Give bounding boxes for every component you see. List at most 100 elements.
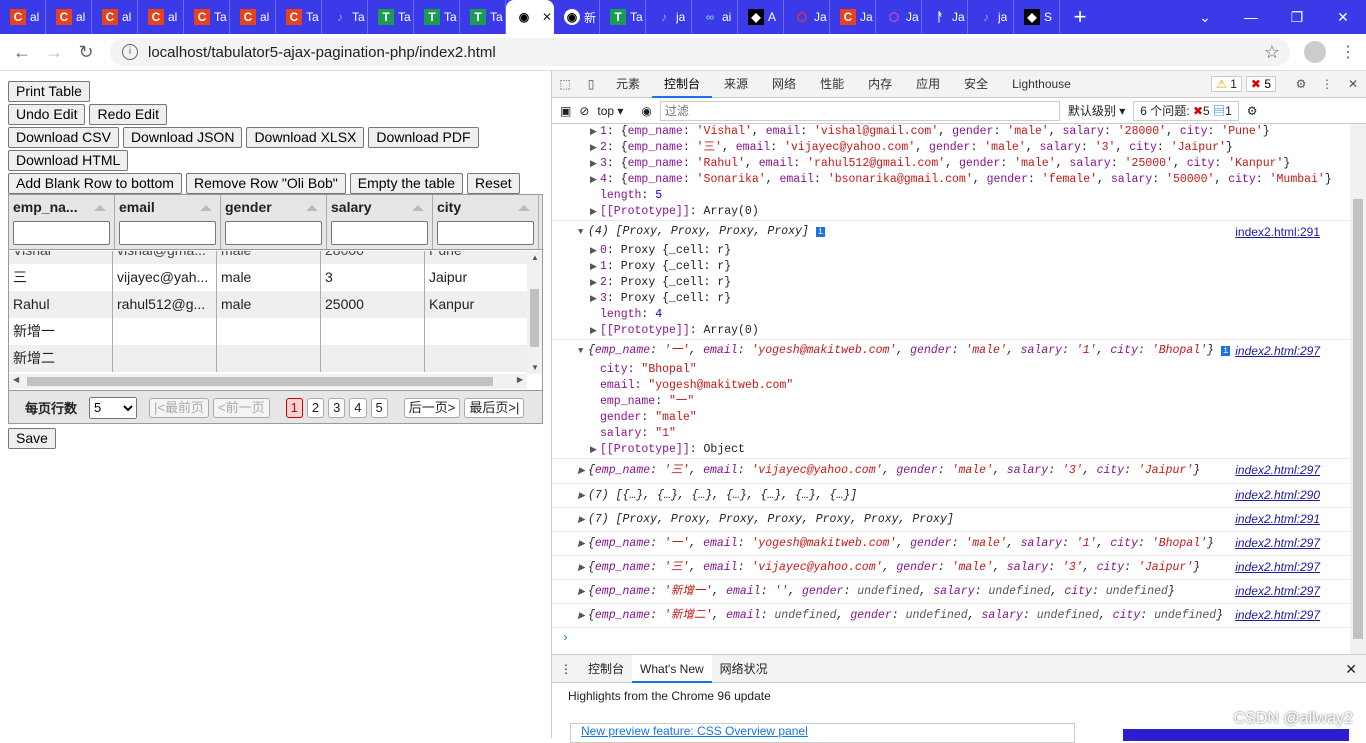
table-cell[interactable] <box>217 345 321 372</box>
page-number-button[interactable]: 5 <box>370 397 388 418</box>
reload-icon[interactable]: ↻ <box>70 42 102 63</box>
source-link[interactable]: index2.html:297 <box>1235 559 1320 575</box>
page-number-button[interactable]: 4 <box>349 397 367 418</box>
browser-tab[interactable]: T Ta <box>600 0 646 34</box>
download-csv-button[interactable]: Download CSV <box>8 127 119 148</box>
column-header[interactable]: salary <box>327 195 433 249</box>
devtools-tab[interactable]: 应用 <box>904 71 952 98</box>
table-cell[interactable] <box>321 318 425 345</box>
table-cell[interactable]: rahul512@g... <box>113 291 217 318</box>
devtools-tab[interactable]: 网络 <box>760 71 808 98</box>
device-toolbar-icon[interactable]: ▯ <box>578 77 604 91</box>
table-cell[interactable]: vishal@gma... <box>113 251 217 264</box>
download-xlsx-button[interactable]: Download XLSX <box>246 127 365 148</box>
browser-tab[interactable]: Cal <box>0 0 46 34</box>
source-link[interactable]: index2.html:291 <box>1235 511 1320 527</box>
sort-arrow-icon[interactable] <box>200 205 212 211</box>
browser-tab[interactable]: ♪ Ta <box>322 0 368 34</box>
console-prompt[interactable]: › <box>552 627 1350 650</box>
source-link[interactable]: index2.html:297 <box>1235 607 1320 623</box>
save-button[interactable]: Save <box>8 428 56 449</box>
devtools-tab[interactable]: 元素 <box>604 71 652 98</box>
drawer-tab[interactable]: What's New <box>632 654 712 683</box>
issues-button[interactable]: 6 个问题: ✖5 ▤1 <box>1133 100 1239 121</box>
table-cell[interactable]: Pune <box>425 251 529 264</box>
page-number-button[interactable]: 1 <box>285 397 303 418</box>
console-message[interactable]: ▶ (7) [{…}, {…}, {…}, {…}, {…}, {…}, {…}]… <box>552 483 1350 507</box>
redo-edit-button[interactable]: Redo Edit <box>89 104 167 125</box>
table-cell[interactable]: 25000 <box>321 291 425 318</box>
column-header[interactable]: gender <box>221 195 327 249</box>
warning-badge[interactable]: ⚠ 1 <box>1211 76 1242 92</box>
table-row[interactable]: 新增二 <box>9 345 529 372</box>
browser-tab[interactable]: T Ta <box>414 0 460 34</box>
table-row[interactable]: 新增一 <box>9 318 529 345</box>
table-cell[interactable] <box>321 345 425 372</box>
console-message[interactable]: ▶ {emp_name: '三', email: 'vijayec@yahoo.c… <box>552 458 1350 483</box>
download-pdf-button[interactable]: Download PDF <box>368 127 479 148</box>
table-row[interactable]: Vishalvishal@gma...male28000Pune <box>9 251 529 264</box>
close-window-icon[interactable]: ✕ <box>1320 9 1366 26</box>
column-header[interactable]: city <box>433 195 539 249</box>
more-options-icon[interactable]: ⋮ <box>1314 77 1340 91</box>
browser-tab[interactable]: ◉ 新 <box>554 0 600 34</box>
table-cell[interactable]: 3 <box>321 264 425 291</box>
log-level-select[interactable]: 默认级别 ▾ <box>1068 102 1125 119</box>
table-cell[interactable] <box>217 318 321 345</box>
table-cell[interactable]: male <box>217 264 321 291</box>
column-header[interactable]: email <box>115 195 221 249</box>
drawer-tab[interactable]: 控制台 <box>580 655 632 683</box>
table-cell[interactable] <box>113 345 217 372</box>
table-cell[interactable] <box>425 345 529 372</box>
column-filter-input[interactable] <box>225 221 322 245</box>
settings-gear-icon[interactable]: ⚙ <box>1288 77 1314 91</box>
drawer-menu-icon[interactable]: ⋮ <box>552 655 580 683</box>
source-link[interactable]: index2.html:291 <box>1235 224 1320 240</box>
table-cell[interactable] <box>425 318 529 345</box>
table-cell[interactable]: Vishal <box>9 251 113 264</box>
sort-arrow-icon[interactable] <box>518 205 530 211</box>
devtools-tab[interactable]: 控制台 <box>652 71 713 98</box>
browser-tab[interactable]: ◆ S <box>1014 0 1060 34</box>
table-cell[interactable]: male <box>217 251 321 264</box>
remove-row-oli-bob-button[interactable]: Remove Row "Oli Bob" <box>185 173 346 194</box>
address-bar[interactable]: i localhost/tabulator5-ajax-pagination-p… <box>110 38 1290 66</box>
browser-tab[interactable]: T Ta <box>368 0 414 34</box>
download-json-button[interactable]: Download JSON <box>122 127 243 148</box>
last-page-button[interactable]: 最后页>| <box>464 397 525 418</box>
table-cell[interactable]: male <box>217 291 321 318</box>
new-tab-button[interactable]: + <box>1060 4 1100 30</box>
console-settings-icon[interactable]: ⚙ <box>1247 104 1258 118</box>
table-row[interactable]: Rahul rahul512@g... male 25000 Kanpur <box>9 291 529 318</box>
table-cell[interactable]: 新增一 <box>9 318 113 345</box>
table-cell[interactable]: Jaipur <box>425 264 529 291</box>
console-scrollbar[interactable] <box>1350 124 1366 654</box>
devtools-tab[interactable]: 来源 <box>712 71 760 98</box>
devtools-tab[interactable]: 安全 <box>952 71 1000 98</box>
eye-icon[interactable]: ◉ <box>641 104 651 118</box>
browser-tab[interactable]: Cal <box>230 0 276 34</box>
source-link[interactable]: index2.html:297 <box>1235 583 1320 599</box>
site-info-icon[interactable]: i <box>122 44 138 60</box>
browser-tab[interactable]: C Ta <box>184 0 230 34</box>
devtools-tab[interactable]: 内存 <box>856 71 904 98</box>
browser-tab[interactable]: ᚨ Ja <box>922 0 968 34</box>
table-cell[interactable]: 28000 <box>321 251 425 264</box>
table-vertical-scrollbar[interactable]: ▲ ▼ <box>527 251 542 374</box>
download-html-button[interactable]: Download HTML <box>8 150 129 171</box>
column-header[interactable]: emp_na... <box>9 195 115 249</box>
console-message[interactable]: ▶ {emp_name: '一', email: 'yogesh@makitweb… <box>552 531 1350 555</box>
console-message[interactable]: ▼ (4) [Proxy, Proxy, Proxy, Proxy] i index… <box>552 220 1350 243</box>
table-cell[interactable]: Kanpur <box>425 291 529 318</box>
sidebar-toggle-icon[interactable]: ▣ <box>560 104 571 118</box>
console-message[interactable]: ▼ {emp_name: '一', email: 'yogesh@makitweb… <box>552 339 1350 362</box>
prev-page-button[interactable]: <前一页 <box>213 397 270 418</box>
source-link[interactable]: index2.html:297 <box>1235 462 1320 478</box>
table-row[interactable]: 三 vijayec@yah... male 3 Jaipur <box>9 264 529 291</box>
table-cell[interactable]: 新增二 <box>9 345 113 372</box>
first-page-button[interactable]: |<最前页 <box>149 397 209 418</box>
close-devtools-icon[interactable]: ✕ <box>1340 77 1366 91</box>
browser-tab[interactable]: ♪ ja <box>646 0 692 34</box>
forward-icon[interactable]: → <box>38 42 70 63</box>
console-message[interactable]: ▶ {emp_name: '三', email: 'vijayec@yahoo.c… <box>552 555 1350 579</box>
